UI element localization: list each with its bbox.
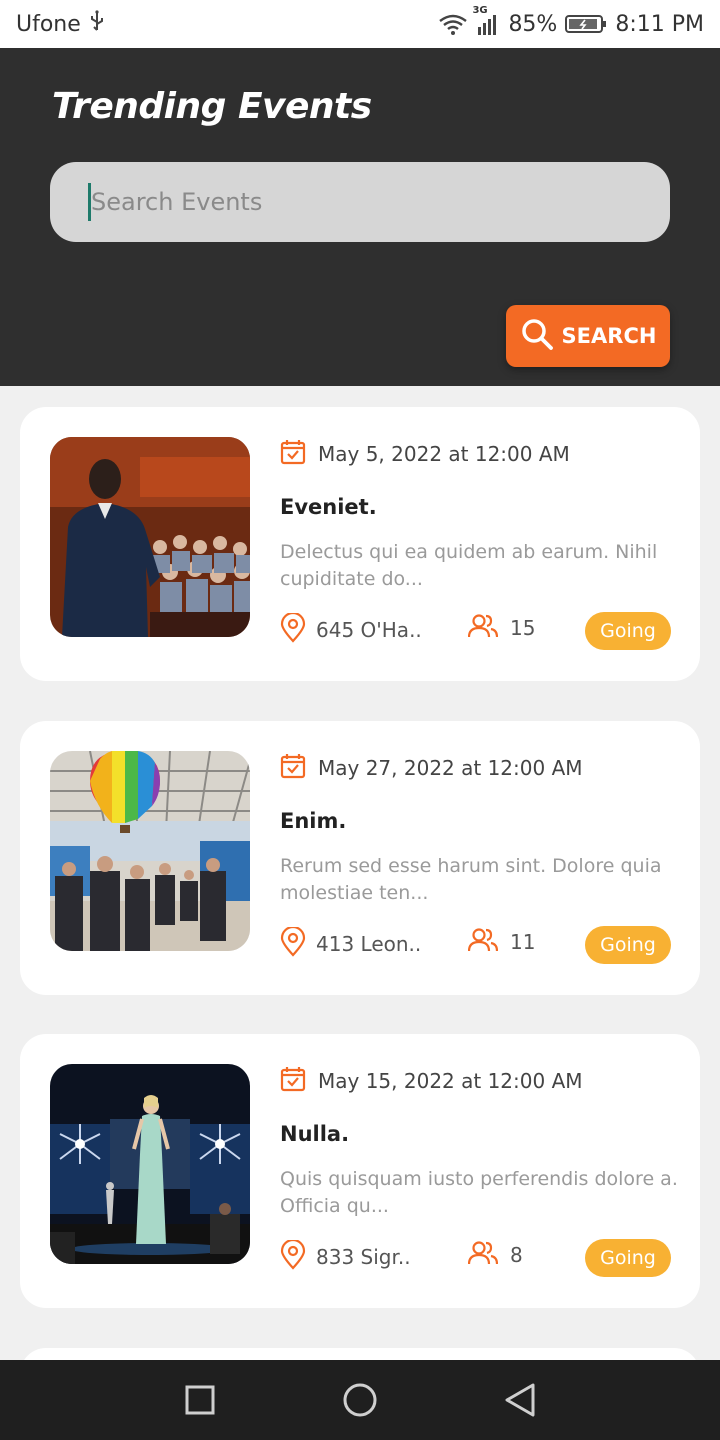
event-attendee-count: 11: [510, 930, 536, 954]
event-image: [50, 437, 250, 637]
battery-icon: [565, 13, 607, 35]
event-date: May 27, 2022 at 12:00 AM: [280, 753, 583, 783]
event-attendees: 15: [467, 613, 536, 643]
event-title: Enim.: [280, 809, 347, 833]
event-date-text: May 15, 2022 at 12:00 AM: [318, 1069, 583, 1093]
circle-icon: [343, 1383, 377, 1417]
page-title: Trending Events: [52, 86, 372, 127]
event-image: [50, 751, 250, 951]
going-button[interactable]: Going: [585, 926, 671, 964]
search-box[interactable]: [50, 162, 670, 242]
clock: 8:11 PM: [615, 11, 704, 37]
signal-icon: 3G: [472, 5, 500, 35]
carrier-name: Ufone: [16, 11, 81, 37]
calendar-icon: [280, 1066, 306, 1096]
event-title: Eveniet.: [280, 495, 377, 519]
event-attendees: 8: [467, 1240, 523, 1270]
battery-percent: 85%: [508, 11, 558, 37]
event-location: 645 O'Ha..: [280, 611, 422, 647]
header: Trending Events SEARCH: [0, 48, 720, 386]
system-nav-bar: [0, 1360, 720, 1440]
wifi-icon: [438, 13, 468, 35]
status-bar-left: Ufone: [16, 10, 105, 38]
event-date: May 15, 2022 at 12:00 AM: [280, 1066, 583, 1096]
going-button[interactable]: Going: [585, 612, 671, 650]
home-button[interactable]: [330, 1370, 390, 1430]
going-button[interactable]: Going: [585, 1239, 671, 1277]
usb-icon: [89, 10, 105, 38]
event-card[interactable]: May 15, 2022 at 12:00 AM Nulla. Quis qui…: [20, 1034, 700, 1308]
network-type: 3G: [472, 5, 488, 16]
event-attendee-count: 15: [510, 616, 536, 640]
event-date: May 5, 2022 at 12:00 AM: [280, 439, 570, 469]
event-date-text: May 27, 2022 at 12:00 AM: [318, 756, 583, 780]
calendar-icon: [280, 753, 306, 783]
calendar-icon: [280, 439, 306, 469]
event-attendees: 11: [467, 927, 536, 957]
users-icon: [467, 927, 499, 957]
event-date-text: May 5, 2022 at 12:00 AM: [318, 442, 570, 466]
search-button[interactable]: SEARCH: [506, 305, 670, 367]
event-location: 413 Leon..: [280, 925, 422, 961]
event-card[interactable]: May 5, 2022 at 12:00 AM Eveniet. Delectu…: [20, 407, 700, 681]
triangle-back-icon: [505, 1383, 535, 1417]
event-title: Nulla.: [280, 1122, 350, 1146]
event-description: Rerum sed esse harum sint. Dolore quia m…: [280, 855, 662, 904]
status-bar-right: 3G 85% 8:11 PM: [438, 5, 704, 37]
event-description: Quis quisquam iusto perferendis dolore a…: [280, 1168, 678, 1217]
status-bar: Ufone 3G 85% 8:11 PM: [0, 0, 720, 48]
event-location-text: 645 O'Ha..: [316, 618, 422, 642]
search-button-label: SEARCH: [561, 324, 657, 348]
back-button[interactable]: [490, 1370, 550, 1430]
location-pin-icon: [280, 1238, 306, 1274]
event-card[interactable]: May 27, 2022 at 12:00 AM Enim. Rerum sed…: [20, 721, 700, 995]
users-icon: [467, 613, 499, 643]
square-icon: [185, 1385, 215, 1415]
location-pin-icon: [280, 611, 306, 647]
search-icon: [520, 317, 554, 356]
event-location: 833 Sigr..: [280, 1238, 411, 1274]
event-location-text: 413 Leon..: [316, 932, 422, 956]
recents-button[interactable]: [170, 1370, 230, 1430]
users-icon: [467, 1240, 499, 1270]
event-attendee-count: 8: [510, 1243, 523, 1267]
search-input[interactable]: [91, 188, 611, 216]
event-description: Delectus qui ea quidem ab earum. Nihil c…: [280, 541, 658, 590]
location-pin-icon: [280, 925, 306, 961]
event-location-text: 833 Sigr..: [316, 1245, 411, 1269]
event-image: [50, 1064, 250, 1264]
